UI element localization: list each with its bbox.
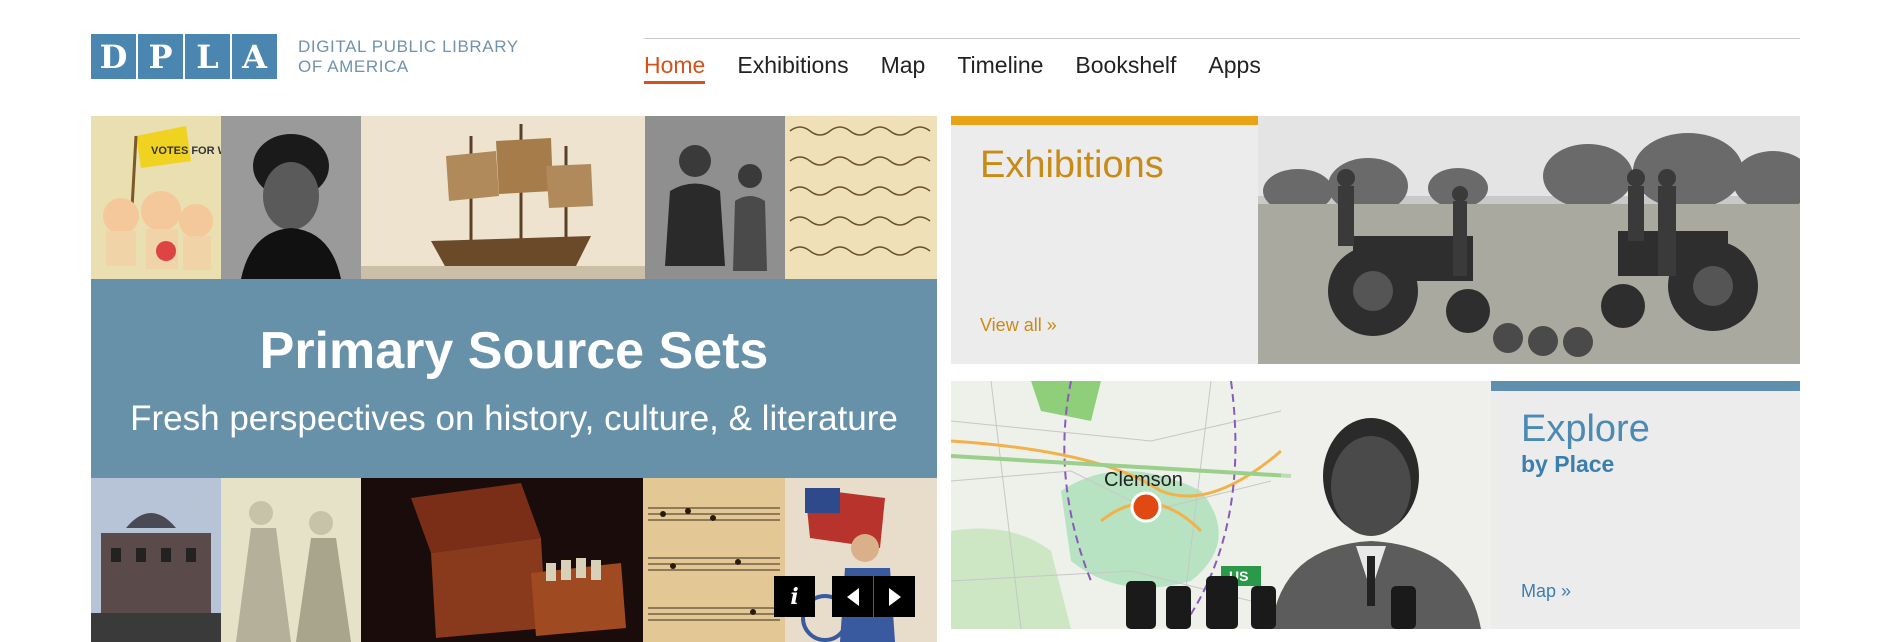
hero-title: Primary Source Sets xyxy=(259,322,769,380)
nav-item-exhibitions[interactable]: Exhibitions xyxy=(737,52,848,84)
exhibitions-title[interactable]: Exhibitions xyxy=(980,144,1164,187)
woman-portrait-image xyxy=(221,116,361,279)
logo-tagline-line1: DIGITAL PUBLIC LIBRARY xyxy=(298,36,519,56)
nav-item-map[interactable]: Map xyxy=(881,52,926,84)
dpla-logo[interactable]: D P L A DIGITAL PUBLIC LIBRARY OF AMERIC… xyxy=(91,34,519,79)
suffrage-cartoon-image: VOTES FOR WOMEN xyxy=(91,116,221,279)
hero-carousel[interactable]: VOTES FOR WOMEN xyxy=(91,116,937,642)
info-button[interactable]: i xyxy=(774,576,815,617)
logo-tagline-line2: OF AMERICA xyxy=(298,56,409,76)
triangle-left-icon xyxy=(846,587,859,606)
map-city-label: Clemson xyxy=(1104,469,1183,491)
tractor-field-photo xyxy=(1258,116,1813,364)
main-nav: Home Exhibitions Map Timeline Bookshelf … xyxy=(644,52,1261,84)
triangle-right-icon xyxy=(888,587,901,606)
logo-letter-boxes: D P L A xyxy=(91,34,277,79)
nav-item-apps[interactable]: Apps xyxy=(1208,52,1260,84)
family-photo-image xyxy=(645,116,785,279)
next-slide-button[interactable] xyxy=(874,576,915,617)
logo-letter-l: L xyxy=(185,34,230,79)
exhibitions-card[interactable]: Exhibitions View all » xyxy=(951,116,1813,364)
medicine-chest-image xyxy=(361,478,643,642)
explore-by-place-card[interactable]: US Clemson Explore by Place Map » xyxy=(950,380,1800,630)
explore-title[interactable]: Explore xyxy=(1521,408,1650,451)
logo-tagline: DIGITAL PUBLIC LIBRARY OF AMERICA xyxy=(298,37,519,77)
suffrage-flag-text: VOTES FOR WOMEN xyxy=(151,145,221,157)
exhibitions-accent-bar xyxy=(951,116,1258,125)
dome-ruins-image xyxy=(91,478,221,642)
sheet-music-image xyxy=(643,478,785,642)
header-divider xyxy=(644,38,1800,39)
explore-accent-bar xyxy=(1491,381,1800,391)
hero-banner[interactable]: Primary Source Sets Fresh perspectives o… xyxy=(91,279,937,478)
fashion-illustration-image xyxy=(221,478,361,642)
logo-letter-a: A xyxy=(232,34,277,79)
explore-map-link[interactable]: Map » xyxy=(1521,581,1571,602)
logo-letter-p: P xyxy=(138,34,183,79)
map-location-marker xyxy=(1130,491,1162,523)
nav-item-bookshelf[interactable]: Bookshelf xyxy=(1075,52,1176,84)
map-collage-image: US Clemson xyxy=(950,380,1491,630)
hero-image-strip-bottom xyxy=(91,478,937,642)
nav-item-timeline[interactable]: Timeline xyxy=(957,52,1043,84)
sailing-ship-image xyxy=(361,116,645,279)
civil-war-illustration-image xyxy=(785,478,937,642)
hero-image-strip-top: VOTES FOR WOMEN xyxy=(91,116,937,279)
prev-slide-button[interactable] xyxy=(832,576,873,617)
logo-letter-d: D xyxy=(91,34,136,79)
exhibitions-view-all-link[interactable]: View all » xyxy=(980,315,1057,336)
nav-item-home[interactable]: Home xyxy=(644,52,706,84)
explore-subtitle: by Place xyxy=(1521,451,1615,477)
hero-subtitle: Fresh perspectives on history, culture, … xyxy=(130,399,898,438)
handwritten-document-image xyxy=(785,116,937,279)
